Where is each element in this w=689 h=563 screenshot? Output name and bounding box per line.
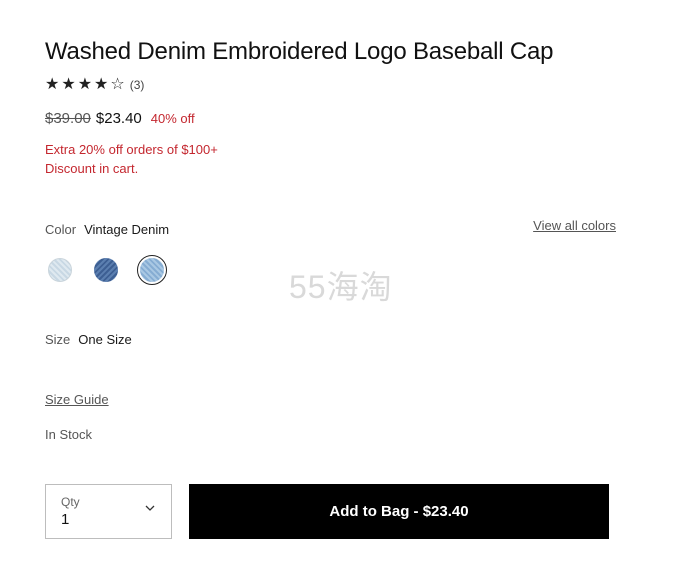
product-title: Washed Denim Embroidered Logo Baseball C…: [45, 38, 554, 65]
stock-status: In Stock: [45, 427, 92, 442]
star-icon: ★: [45, 76, 60, 93]
star-icon: ★: [77, 76, 93, 93]
star-icon: ★: [61, 76, 76, 93]
promo-line: Extra 20% off orders of $100+: [45, 142, 218, 157]
color-swatch-dark-wash[interactable]: [94, 258, 118, 282]
watermark: 55海淘: [289, 269, 393, 305]
review-count[interactable]: (3): [130, 78, 145, 92]
star-empty-icon: ☆: [110, 76, 125, 93]
view-all-colors-link[interactable]: View all colors: [533, 218, 616, 233]
promo-line: Discount in cart.: [45, 161, 139, 176]
qty-value: 1: [61, 511, 70, 528]
size-guide-link[interactable]: Size Guide: [45, 392, 109, 407]
promo-message: Extra 20% off orders of $100+ Discount i…: [45, 140, 218, 178]
add-to-bag-button[interactable]: Add to Bag - $23.40: [189, 484, 609, 539]
price-row: $39.00 $23.40 40% off: [45, 110, 195, 127]
qty-label: Qty: [61, 495, 80, 509]
rating[interactable]: ★ ★ ★ ★ ☆ (3): [45, 77, 144, 93]
sale-price: $23.40: [95, 110, 142, 127]
color-label: Color: [45, 222, 77, 237]
selected-color: Vintage Denim: [84, 222, 170, 237]
quantity-select[interactable]: Qty 1: [45, 484, 172, 539]
size-label: Size: [45, 332, 71, 347]
chevron-down-icon: [145, 505, 155, 511]
swatch-fill: [140, 258, 164, 282]
original-price: $39.00: [45, 110, 91, 127]
size-selector: Size One Size: [45, 332, 132, 347]
color-swatch-light-wash[interactable]: [48, 258, 72, 282]
star-icon: ★: [94, 76, 109, 93]
color-swatch-vintage-denim[interactable]: [137, 255, 167, 285]
color-selector-label: Color Vintage Denim: [45, 222, 169, 237]
size-value: One Size: [78, 332, 132, 347]
discount-badge: 40% off: [150, 111, 195, 126]
